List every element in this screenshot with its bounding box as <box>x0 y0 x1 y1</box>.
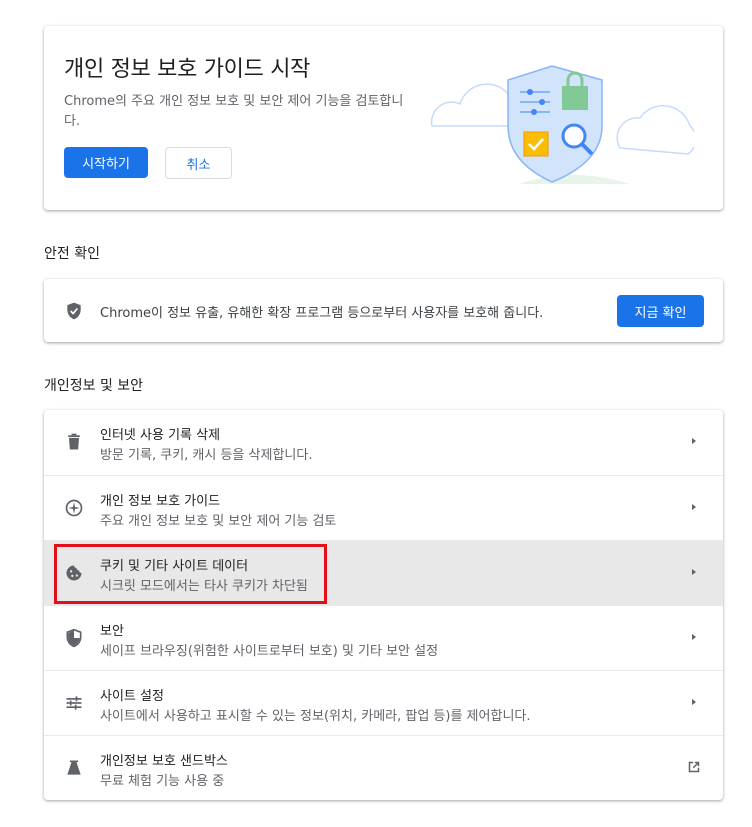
list-item-title: 개인 정보 보호 가이드 <box>100 494 221 509</box>
chevron-right-icon <box>692 438 696 444</box>
chevron-right-icon <box>692 634 696 640</box>
list-item-title: 사이트 설정 <box>100 689 164 704</box>
list-item-title: 보안 <box>100 624 124 639</box>
safety-check-heading: 안전 확인 <box>44 246 100 262</box>
privacy-guide-promo-card: 개인 정보 보호 가이드 시작 Chrome의 주요 개인 정보 보호 및 보안… <box>44 26 723 210</box>
compass-icon <box>65 499 83 517</box>
list-item-subtitle: 시크릿 모드에서는 타사 쿠키가 차단됨 <box>100 579 308 594</box>
list-item-subtitle: 무료 체험 기능 사용 중 <box>100 774 225 789</box>
list-item-title: 개인정보 보호 샌드박스 <box>100 754 228 769</box>
safety-check-card: Chrome이 정보 유출, 유해한 확장 프로그램 등으로부터 사용자를 보호… <box>44 279 723 342</box>
promo-title: 개인 정보 보호 가이드 시작 <box>64 57 311 82</box>
check-now-button[interactable]: 지금 확인 <box>617 295 704 327</box>
safety-check-description: Chrome이 정보 유출, 유해한 확장 프로그램 등으로부터 사용자를 보호… <box>100 306 544 321</box>
chevron-right-icon <box>692 504 696 510</box>
shield-check-icon <box>67 302 81 320</box>
list-item-cookies-site-data[interactable]: 쿠키 및 기타 사이트 데이터 시크릿 모드에서는 타사 쿠키가 차단됨 <box>44 540 723 605</box>
list-item-title: 인터넷 사용 기록 삭제 <box>100 428 221 443</box>
promo-description: Chrome의 주요 개인 정보 보호 및 보안 제어 기능을 검토합니다. <box>64 94 404 129</box>
cancel-button[interactable]: 취소 <box>165 147 232 179</box>
shield-icon <box>66 628 82 648</box>
list-item-subtitle: 세이프 브라우징(위험한 사이트로부터 보호) 및 기타 보안 설정 <box>100 644 439 659</box>
privacy-security-heading: 개인정보 및 보안 <box>44 378 144 394</box>
list-item-security[interactable]: 보안 세이프 브라우징(위험한 사이트로부터 보호) 및 기타 보안 설정 <box>44 605 723 670</box>
chevron-right-icon <box>692 569 696 575</box>
tune-icon <box>66 696 82 710</box>
list-item-subtitle: 사이트에서 사용하고 표시할 수 있는 정보(위치, 카메라, 팝업 등)를 제… <box>100 709 531 724</box>
cookie-icon <box>66 565 82 581</box>
flask-icon <box>67 760 81 775</box>
trash-icon <box>68 433 80 450</box>
chevron-right-icon <box>692 699 696 705</box>
list-item-privacy-sandbox[interactable]: 개인정보 보호 샌드박스 무료 체험 기능 사용 중 <box>44 735 723 800</box>
list-item-subtitle: 방문 기록, 쿠키, 캐시 등을 삭제합니다. <box>100 448 313 463</box>
list-item-privacy-guide[interactable]: 개인 정보 보호 가이드 주요 개인 정보 보호 및 보안 제어 기능 검토 <box>44 475 723 540</box>
list-item-clear-browsing-data[interactable]: 인터넷 사용 기록 삭제 방문 기록, 쿠키, 캐시 등을 삭제합니다. <box>44 410 723 475</box>
list-item-title: 쿠키 및 기타 사이트 데이터 <box>100 559 249 574</box>
open-in-new-icon[interactable] <box>685 758 703 776</box>
privacy-security-list: 인터넷 사용 기록 삭제 방문 기록, 쿠키, 캐시 등을 삭제합니다. 개인 … <box>44 410 723 800</box>
start-button[interactable]: 시작하기 <box>64 147 148 178</box>
list-item-subtitle: 주요 개인 정보 보호 및 보안 제어 기능 검토 <box>100 514 337 529</box>
list-item-site-settings[interactable]: 사이트 설정 사이트에서 사용하고 표시할 수 있는 정보(위치, 카메라, 팝… <box>44 670 723 735</box>
privacy-guide-illustration <box>430 65 694 184</box>
